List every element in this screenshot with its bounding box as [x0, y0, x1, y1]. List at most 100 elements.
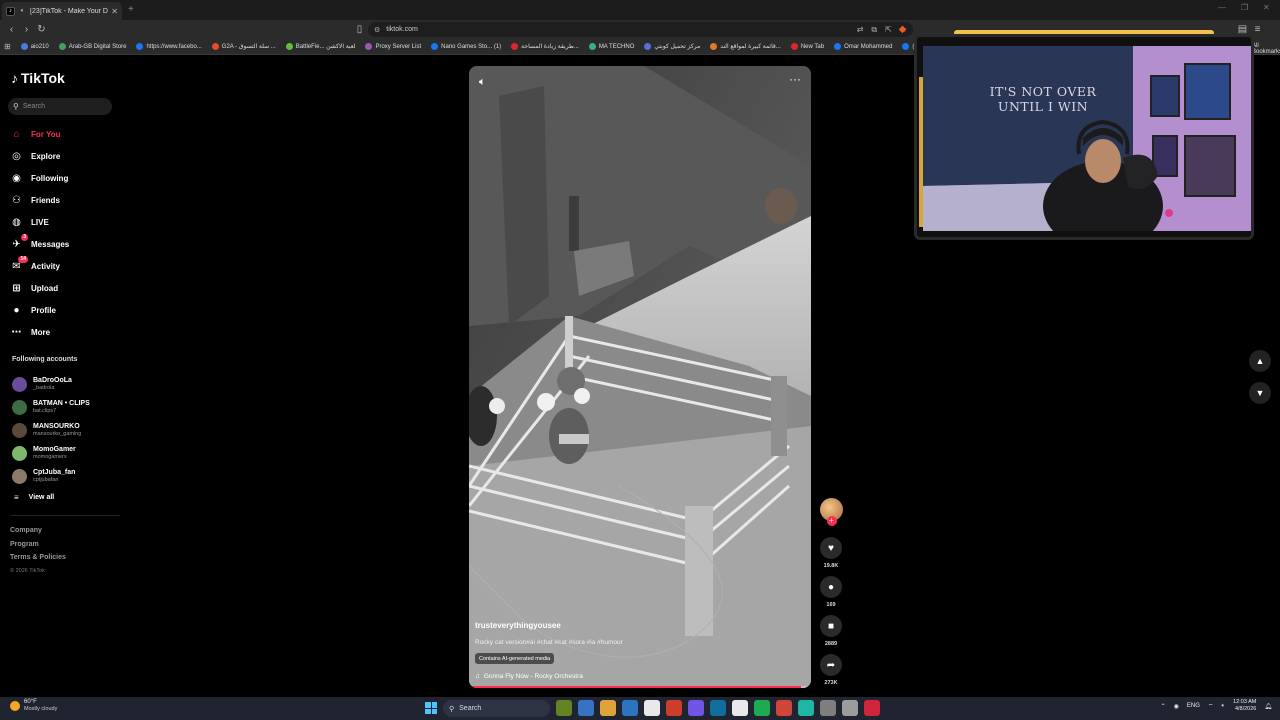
back-icon[interactable]: ‹ [4, 22, 19, 37]
sidebar-item-messages[interactable]: ✈ 3 Messages [10, 233, 120, 255]
bookmark-item[interactable]: aio210 [20, 43, 49, 50]
bookmark-item[interactable]: G2A - سلة التسوق ... [211, 43, 276, 50]
bookmark-item[interactable]: مركز تحميل كوبتي [644, 43, 700, 50]
bookmark-label: Arab-GB Digital Store [68, 43, 127, 50]
video-progress-bar[interactable] [469, 686, 811, 688]
network-icon[interactable]: ◉ [1174, 703, 1179, 710]
video-music[interactable]: ♫ Gonna Fly Now - Rocky Orchestra [475, 673, 583, 680]
taskbar-app-icon[interactable] [842, 700, 858, 716]
video-username[interactable]: trusteverythingyousee [475, 621, 561, 630]
save-button[interactable]: ■ [820, 615, 842, 637]
bookmark-label: aio210 [30, 43, 49, 50]
share-icon[interactable]: ⇱ [885, 25, 892, 34]
sidebar-item-upload[interactable]: ⊞ Upload [10, 277, 120, 299]
taskbar-app-icon[interactable] [666, 700, 682, 716]
following-account[interactable]: BaDroOoLa _badrola [12, 373, 122, 396]
taskbar-app-icon[interactable] [798, 700, 814, 716]
taskbar-app-icon[interactable] [820, 700, 836, 716]
bookmark-icon[interactable]: ▯ [352, 22, 367, 37]
bookmark-item[interactable]: MA TECHNO [588, 43, 634, 50]
taskbar-app-icon[interactable] [688, 700, 704, 716]
taskbar-app-icon[interactable] [600, 700, 616, 716]
taskbar-app-icon[interactable] [578, 700, 594, 716]
search-input[interactable]: ⚲ Search [8, 98, 112, 115]
comment-button[interactable]: ● [820, 576, 842, 598]
follow-plus-icon[interactable]: + [826, 516, 837, 526]
view-all-button[interactable]: ≡ View all [12, 489, 122, 505]
bookmark-item[interactable]: Arab-GB Digital Store [58, 43, 127, 50]
taskbar-app-icon[interactable] [710, 700, 726, 716]
browser-tab[interactable]: ♪ 🔈︎ [23]TikTok - Make Your Day ✕ [2, 2, 122, 20]
tiktok-logo[interactable]: ♪ TikTok [11, 70, 65, 86]
taskbar-search[interactable]: ⚲ Search [443, 700, 550, 717]
bookmark-favicon-icon [136, 43, 144, 50]
notification-icon[interactable]: 🔔︎ [1264, 703, 1272, 710]
taskbar-app-icon[interactable] [732, 700, 748, 716]
forward-icon[interactable]: › [19, 22, 34, 37]
taskbar-app-icon[interactable] [776, 700, 792, 716]
window-close-icon[interactable]: ✕ [1263, 3, 1270, 12]
language-indicator[interactable]: ENG [1187, 703, 1200, 709]
following-account[interactable]: MANSOURKO mansourko_gaming [12, 419, 122, 442]
live-icon: ◍ [12, 216, 21, 228]
sidebar-item-following[interactable]: ◉ Following [10, 167, 120, 189]
footer-company-link[interactable]: Company [10, 524, 66, 538]
brave-shield-icon[interactable]: ◆ [895, 22, 910, 37]
ai-generated-label[interactable]: Contains AI-generated media [475, 653, 555, 664]
following-account[interactable]: MomoGamer momogamerx [12, 442, 122, 465]
bookmark-item[interactable]: New Tab [790, 43, 824, 50]
bookmark-item[interactable]: Nano Games Sto... (1) [431, 43, 501, 50]
taskbar-app-icon[interactable] [644, 700, 660, 716]
following-account[interactable]: CptJuba_fan cptjubafan [12, 465, 122, 488]
next-video-button[interactable]: ▼ [1249, 382, 1271, 404]
tray-chevron-icon[interactable]: ⌃ [1161, 703, 1166, 710]
reload-icon[interactable]: ↻ [34, 22, 49, 37]
account-handle: bat.clips7 [33, 408, 57, 414]
sidebar-item-friends[interactable]: ⚇ Friends [10, 189, 120, 211]
taskbar-app-icon[interactable] [754, 700, 770, 716]
bookmark-favicon-icon [431, 43, 439, 50]
open-in-app-icon[interactable]: ⧉ [871, 25, 877, 35]
sidebar-item-live[interactable]: ◍ LIVE [10, 211, 120, 233]
sidebar-item-activity[interactable]: ✉ 14 Activity [10, 255, 120, 277]
bookmark-item[interactable]: Omar Mohammed [834, 43, 892, 50]
sidebar-item-profile[interactable]: ● Profile [10, 299, 120, 321]
all-bookmarks[interactable]: All Bookmarks [1252, 43, 1280, 55]
bookmark-item[interactable]: https://www.facebo... [136, 43, 202, 50]
more-options-icon[interactable]: ··· [789, 72, 801, 86]
new-tab-icon[interactable]: + [128, 4, 134, 15]
close-tab-icon[interactable]: ✕ [111, 7, 118, 16]
bookmark-item[interactable]: BattleFie... لعبة الاكشن [285, 43, 355, 50]
like-button[interactable]: ♥ [820, 537, 842, 559]
previous-video-button[interactable]: ▲ [1249, 350, 1271, 372]
minimize-icon[interactable]: — [1218, 3, 1226, 12]
address-bar[interactable]: ⚙︎ tiktok.com ⇄ ⧉ ⇱ ☆ [368, 22, 913, 37]
sidebar-item-more[interactable]: ⋯ More [10, 321, 120, 343]
windows-start-icon[interactable] [425, 702, 437, 714]
weather-widget[interactable]: 60°F Mostly cloudy [10, 699, 57, 713]
creator-avatar[interactable]: + [819, 498, 843, 526]
save-count: 2889 [824, 641, 838, 647]
clock[interactable]: 12:03 AM 4/8/2026 [1233, 699, 1256, 713]
wifi-icon[interactable]: ⌔ [1208, 702, 1214, 710]
sidebar-item-explore[interactable]: ◎ Explore [10, 145, 120, 167]
taskbar-app-icon[interactable] [864, 700, 880, 716]
bookmark-item[interactable]: طريقة زيادة المساحة... [511, 43, 579, 50]
share-button[interactable]: ➦ [820, 654, 842, 676]
mute-icon[interactable]: 🔈︎ [479, 76, 486, 89]
account-name: MomoGamer [33, 446, 76, 453]
taskbar-app-icon[interactable] [556, 700, 572, 716]
volume-icon[interactable]: 🔈︎ [1222, 703, 1226, 710]
apps-grid-icon[interactable]: ⊞ [4, 42, 11, 51]
video-player[interactable]: 🔈︎ ··· trusteverythingyousee Rocky cat v… [469, 66, 811, 688]
taskbar-app-icon[interactable] [622, 700, 638, 716]
bookmark-item[interactable]: Proxy Server List [365, 43, 421, 50]
site-info-icon[interactable]: ⚙︎ [374, 26, 380, 34]
footer-terms-link[interactable]: Terms & Policies [10, 551, 66, 565]
translate-icon[interactable]: ⇄ [857, 25, 864, 34]
following-account[interactable]: BATMAN • CLIPS bat.clips7 [12, 396, 122, 419]
bookmark-item[interactable]: قائمة كبيرة لمواقع الند... [710, 43, 781, 50]
maximize-icon[interactable]: ❐ [1241, 3, 1248, 12]
sidebar-item-for-you[interactable]: ⌂ For You [10, 123, 120, 145]
footer-program-link[interactable]: Program [10, 538, 66, 552]
